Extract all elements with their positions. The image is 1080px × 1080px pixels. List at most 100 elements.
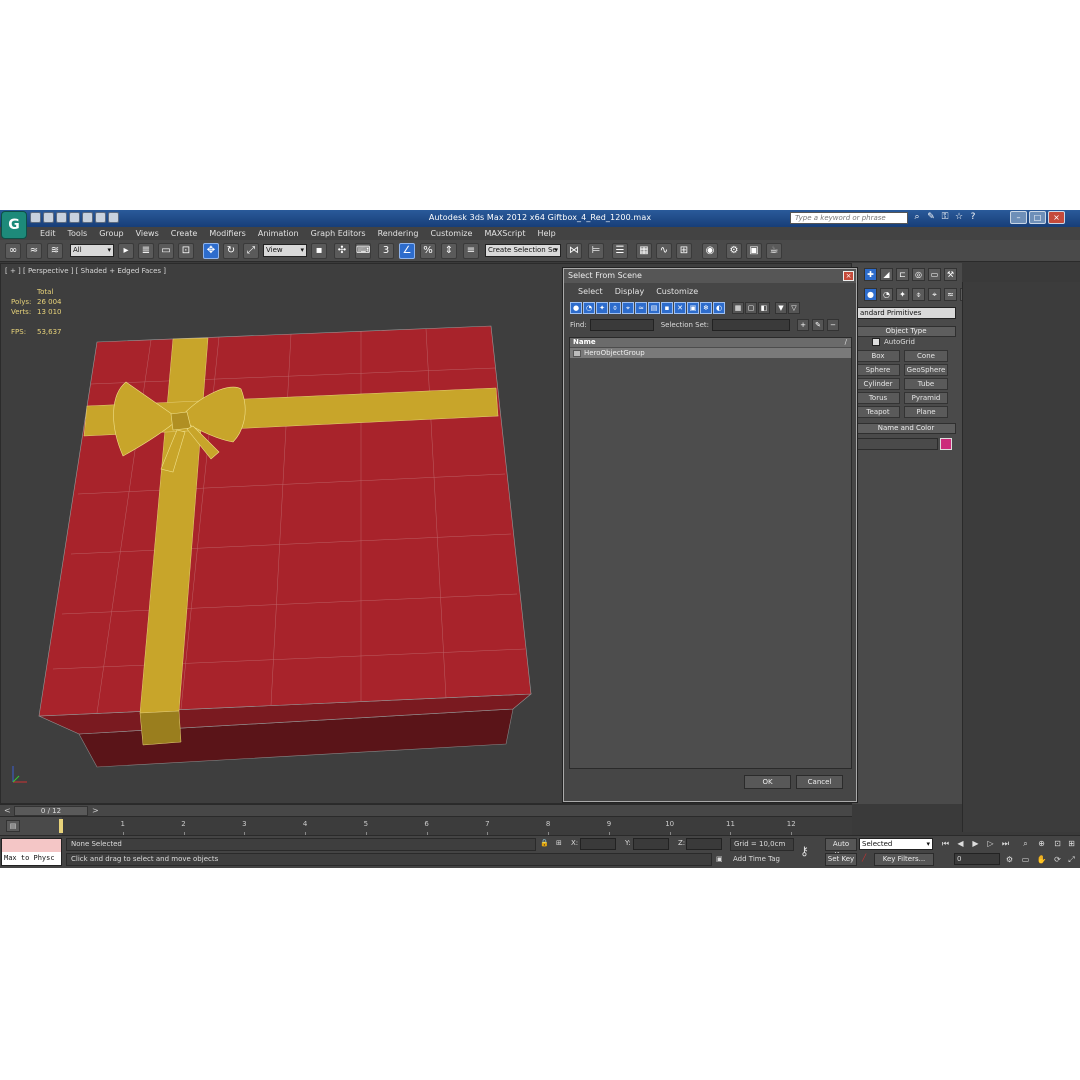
hierarchy-tab-icon[interactable]: ⊏ <box>896 268 909 281</box>
add-time-tag-button[interactable]: Add Time Tag <box>730 853 794 866</box>
keyboard-shortcut-override-icon[interactable]: ⌨ <box>355 243 371 259</box>
menu-customize[interactable]: Customize <box>424 227 478 240</box>
key-icon[interactable]: ⚷ <box>800 844 809 858</box>
cameras-icon[interactable]: ⌽ <box>912 288 925 301</box>
menu-maxscript[interactable]: MAXScript <box>478 227 531 240</box>
z-coordinate-input[interactable] <box>686 838 722 850</box>
select-all-icon[interactable]: ▦ <box>732 302 744 314</box>
maximize-icon[interactable]: □ <box>1029 211 1046 224</box>
track-bar-ruler[interactable]: 1 2 3 4 5 6 7 8 9 10 11 12 <box>62 817 852 836</box>
menu-help[interactable]: Help <box>532 227 562 240</box>
shapes-icon[interactable]: ◔ <box>880 288 893 301</box>
cone-button[interactable]: Cone <box>904 350 948 362</box>
pan-view-icon[interactable]: ✋ <box>1036 854 1047 865</box>
dialog-title-bar[interactable]: Select From Scene × <box>564 269 856 283</box>
dialog-menu-display[interactable]: Display <box>609 284 651 300</box>
track-bar[interactable]: ▤ 1 2 3 4 5 6 7 8 9 10 11 12 <box>0 816 852 836</box>
field-of-view-icon[interactable]: ▭ <box>1020 854 1031 865</box>
window-crossing-icon[interactable]: ⊡ <box>178 243 194 259</box>
menu-create[interactable]: Create <box>165 227 204 240</box>
align-icon[interactable]: ⊨ <box>588 243 604 259</box>
spinner-snap-icon[interactable]: ⇕ <box>441 243 457 259</box>
snaps-toggle-icon[interactable]: 3 <box>378 243 394 259</box>
prev-frame-arrow-icon[interactable]: < <box>4 805 11 816</box>
menu-tools[interactable]: Tools <box>62 227 94 240</box>
sphere-button[interactable]: Sphere <box>856 364 900 376</box>
lights-icon[interactable]: ✦ <box>896 288 909 301</box>
helpers-icon[interactable]: ⌖ <box>928 288 941 301</box>
star-icon[interactable]: ☆ <box>954 212 964 223</box>
display-containers-icon[interactable]: ▣ <box>687 302 699 314</box>
schematic-view-icon[interactable]: ⊞ <box>676 243 692 259</box>
dialog-menu-select[interactable]: Select <box>572 284 609 300</box>
zoom-extents-all-icon[interactable]: ⊞ <box>1066 839 1077 849</box>
maximize-viewport-icon[interactable]: ⤢ <box>1066 854 1077 865</box>
maxscript-input[interactable]: Max to Physc <box>2 852 61 865</box>
list-item[interactable]: HeroObjectGroup <box>570 348 851 358</box>
select-rotate-icon[interactable]: ↻ <box>223 243 239 259</box>
maxscript-output[interactable] <box>2 839 61 852</box>
help-icon[interactable]: ? <box>968 212 978 223</box>
object-name-input[interactable] <box>856 438 938 450</box>
key-selection-set-select[interactable]: Selected <box>859 838 933 850</box>
display-geometry-icon[interactable]: ● <box>570 302 582 314</box>
cancel-button[interactable]: Cancel <box>796 775 843 789</box>
app-logo-icon[interactable]: G <box>1 211 27 239</box>
menu-graph-editors[interactable]: Graph Editors <box>305 227 372 240</box>
orbit-icon[interactable]: ⟳ <box>1052 854 1063 865</box>
current-frame-input[interactable]: 0 <box>954 853 1000 865</box>
next-key-icon[interactable]: ▷ <box>985 839 996 849</box>
dialog-close-icon[interactable]: × <box>843 271 854 281</box>
display-helpers-icon[interactable]: ⌖ <box>622 302 634 314</box>
go-to-end-icon[interactable]: ⏭ <box>1000 839 1011 849</box>
current-frame-marker[interactable] <box>59 819 63 833</box>
select-scale-icon[interactable]: ⤢ <box>243 243 259 259</box>
display-xrefs-icon[interactable]: ▪ <box>661 302 673 314</box>
layer-manager-icon[interactable]: ☰ <box>612 243 628 259</box>
select-none-icon[interactable]: ▢ <box>745 302 757 314</box>
object-color-swatch[interactable] <box>940 438 952 450</box>
percent-snap-icon[interactable]: % <box>420 243 436 259</box>
filter-options-icon[interactable]: ▽ <box>788 302 800 314</box>
go-to-start-icon[interactable]: ⏮ <box>940 839 951 849</box>
display-space-warps-icon[interactable]: ≈ <box>635 302 647 314</box>
maxscript-listener[interactable]: Max to Physc <box>1 838 62 866</box>
rendered-frame-window-icon[interactable]: ▣ <box>746 243 762 259</box>
create-tab-icon[interactable]: ✚ <box>864 268 877 281</box>
pivot-center-icon[interactable]: ▪ <box>311 243 327 259</box>
create-set-icon[interactable]: + <box>797 319 810 331</box>
render-setup-icon[interactable]: ⚙ <box>726 243 742 259</box>
menu-animation[interactable]: Animation <box>252 227 305 240</box>
time-slider-thumb[interactable]: 0 / 12 <box>14 806 88 816</box>
manipulate-icon[interactable]: ✣ <box>334 243 350 259</box>
x-coordinate-input[interactable] <box>580 838 616 850</box>
filter-icon[interactable]: ▼ <box>775 302 787 314</box>
utilities-tab-icon[interactable]: ⚒ <box>944 268 957 281</box>
motion-tab-icon[interactable]: ◎ <box>912 268 925 281</box>
graphite-toolbar-icon[interactable]: ▦ <box>636 243 652 259</box>
set-key-button[interactable]: Set Key <box>825 853 857 866</box>
select-move-icon[interactable]: ✥ <box>203 243 219 259</box>
menu-edit[interactable]: Edit <box>34 227 62 240</box>
remove-set-icon[interactable]: − <box>827 319 840 331</box>
absolute-mode-icon[interactable]: ⊞ <box>556 839 562 847</box>
scene-object-list[interactable]: Name HeroObjectGroup <box>569 337 852 769</box>
render-production-icon[interactable]: ☕ <box>766 243 782 259</box>
help-search-input[interactable]: Type a keyword or phrase <box>790 212 908 224</box>
ok-button[interactable]: OK <box>744 775 791 789</box>
display-bones-icon[interactable]: ✕ <box>674 302 686 314</box>
display-tab-icon[interactable]: ▭ <box>928 268 941 281</box>
display-groups-icon[interactable]: ▤ <box>648 302 660 314</box>
key-filters-button[interactable]: Key Filters... <box>874 853 934 866</box>
autogrid-checkbox[interactable]: AutoGrid <box>872 338 915 346</box>
pyramid-button[interactable]: Pyramid <box>904 392 948 404</box>
select-object-icon[interactable]: ▸ <box>118 243 134 259</box>
auto-key-button[interactable]: Auto Key <box>825 838 857 859</box>
primitive-type-select[interactable]: andard Primitives <box>856 307 956 319</box>
close-icon[interactable]: × <box>1048 211 1065 224</box>
box-button[interactable]: Box <box>856 350 900 362</box>
previous-key-icon[interactable]: ◀ <box>955 839 966 849</box>
minimize-icon[interactable]: – <box>1010 211 1027 224</box>
menu-modifiers[interactable]: Modifiers <box>203 227 252 240</box>
display-shapes-icon[interactable]: ◔ <box>583 302 595 314</box>
